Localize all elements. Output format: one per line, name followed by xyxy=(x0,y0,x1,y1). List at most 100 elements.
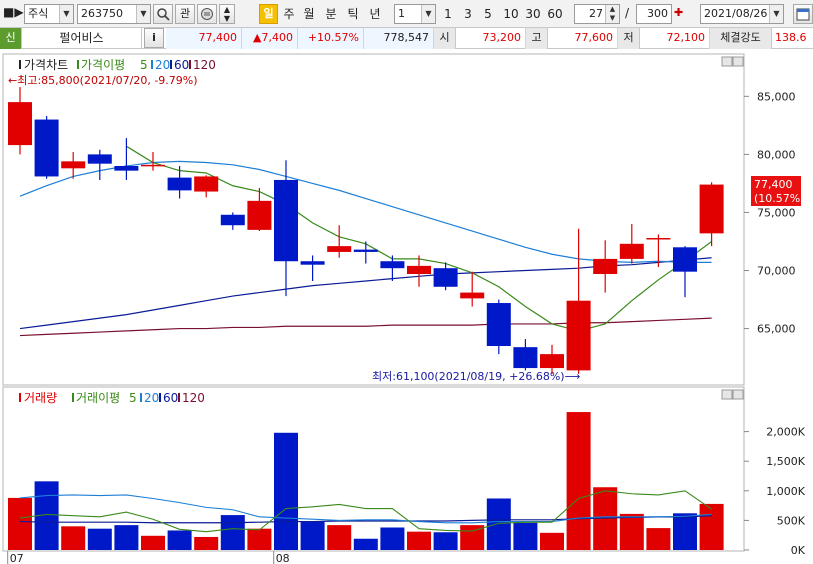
candle-up xyxy=(646,238,671,240)
chevron-down-icon[interactable]: ▼ xyxy=(136,5,150,23)
candle-down xyxy=(513,347,538,369)
chevron-down-icon[interactable]: ▼ xyxy=(59,5,73,23)
panel-maximize-button[interactable] xyxy=(721,56,733,67)
candle-down xyxy=(220,214,245,226)
quote-bar: 신 펄어비스 i 77,400 ▲7,400 +10.57% 778,547 시… xyxy=(0,28,813,49)
volume-bar xyxy=(167,530,192,550)
low-annotation: 최저:61,100(2021/08/19, +26.68%)⟶ xyxy=(372,370,581,383)
page-separator: / xyxy=(625,6,630,20)
candle-up xyxy=(593,258,618,274)
panel-close-button[interactable] xyxy=(732,56,744,67)
quick-period-1[interactable]: 1 xyxy=(441,4,455,24)
period-day-button[interactable]: 일 xyxy=(259,4,278,24)
period-minute-button[interactable]: 분 xyxy=(322,4,340,24)
page-total-value: 300 xyxy=(647,7,668,20)
strength-label: 체결강도 xyxy=(710,28,772,49)
legend-ma5: 5 xyxy=(140,58,148,72)
volume-bar xyxy=(114,525,139,550)
multiplier-select[interactable]: 1 ▼ xyxy=(394,4,436,24)
stock-stepper[interactable]: ▲ ▼ xyxy=(219,4,235,24)
price-tick-label: 85,000 xyxy=(757,90,796,103)
candle-up xyxy=(566,300,591,371)
candle-down xyxy=(87,154,112,164)
candle-up xyxy=(141,164,165,167)
candle-down xyxy=(274,179,298,262)
reset-icon[interactable]: ✚ xyxy=(674,6,683,19)
calendar-button[interactable] xyxy=(793,4,813,24)
page-stepper[interactable]: ▲ ▼ xyxy=(605,5,619,23)
change-rate: +10.57% xyxy=(298,28,364,49)
volume-tick-label: 1,500K xyxy=(766,455,805,468)
period-tick-button[interactable]: 틱 xyxy=(344,4,362,24)
price-tick-label: 70,000 xyxy=(757,265,796,278)
legend-price-ma: 가격이평 xyxy=(81,58,125,72)
stock-code-value: 263750 xyxy=(81,7,123,20)
price-tick-label: 65,000 xyxy=(757,323,796,336)
candle-down xyxy=(167,177,192,191)
volume-bar xyxy=(380,527,405,550)
legend-volume: 거래량 xyxy=(24,391,57,405)
date-tick-label: 07 xyxy=(10,552,24,564)
strength-value: 138.6 xyxy=(775,31,807,44)
stock-code-input[interactable]: 263750 ▼ xyxy=(77,4,151,24)
quick-period-60[interactable]: 60 xyxy=(545,4,565,24)
volume-maximize-button[interactable] xyxy=(721,389,733,400)
page-total-input[interactable]: 300 xyxy=(636,4,672,24)
candle-up xyxy=(8,102,32,146)
chevron-down-icon[interactable]: ▼ xyxy=(421,5,435,23)
price-change: ▲7,400 xyxy=(242,28,298,49)
chart-area[interactable]: 가격차트 가격이평 5 20 60 120 거래량 거래이평 5 20 60 1… xyxy=(0,50,813,564)
stock-name: 펄어비스 xyxy=(22,28,142,49)
legend-vma120: 120 xyxy=(182,391,205,405)
toolbar: ■▶ 주식 ▼ 263750 ▼ 관 ▲ ▼ 일 주 월 분 틱 년 1 ▼ 1 … xyxy=(0,0,813,28)
quick-period-10[interactable]: 10 xyxy=(501,4,521,24)
volume-bar xyxy=(673,513,697,550)
search-button[interactable] xyxy=(153,4,173,24)
candle-down xyxy=(353,249,378,252)
candle-down xyxy=(486,303,511,346)
current-price-tag: 77,400 xyxy=(754,178,793,191)
high-label: 고 xyxy=(526,28,548,49)
calendar-icon[interactable]: ▼ xyxy=(769,5,783,23)
volume-bar xyxy=(566,412,591,550)
volume-bar xyxy=(274,432,298,550)
period-month-button[interactable]: 월 xyxy=(300,4,318,24)
price-tick-label: 80,000 xyxy=(757,148,796,161)
legend-vma5: 5 xyxy=(129,391,137,405)
date-input[interactable]: 2021/08/26 ▼ xyxy=(700,4,784,24)
quick-period-5[interactable]: 5 xyxy=(481,4,495,24)
market-select-value: 주식 xyxy=(28,7,49,20)
legend-vma20: 20 xyxy=(144,391,159,405)
legend-volume-ma: 거래이평 xyxy=(76,391,120,405)
period-year-button[interactable]: 년 xyxy=(366,4,384,24)
candle-up xyxy=(699,184,724,234)
menu-arrow-icon[interactable]: ■▶ xyxy=(3,5,24,19)
market-select[interactable]: 주식 ▼ xyxy=(24,4,74,24)
candle-up xyxy=(460,292,485,299)
volume-tick-label: 0K xyxy=(791,544,806,557)
price-legend: 가격차트 가격이평 5 20 60 120 xyxy=(19,58,216,72)
date-value: 2021/08/26 xyxy=(704,7,768,20)
current-change-tag: (10.57%) xyxy=(754,192,805,205)
high-price: 77,600 xyxy=(548,28,618,49)
volume-close-button[interactable] xyxy=(732,389,744,400)
volume-bar xyxy=(300,520,325,550)
candle-down xyxy=(34,119,59,177)
calendar-grid-icon xyxy=(796,8,810,21)
quick-period-3[interactable]: 3 xyxy=(461,4,475,24)
candle-up xyxy=(61,161,86,169)
period-week-button[interactable]: 주 xyxy=(280,4,298,24)
volume-bar xyxy=(540,532,564,550)
stock-info-button[interactable]: i xyxy=(144,28,164,48)
prev-stock-button[interactable] xyxy=(197,4,217,24)
interest-button[interactable]: 관 xyxy=(175,4,195,24)
volume-bar xyxy=(141,535,165,550)
high-annotation: ←최고:85,800(2021/07/20, -9.79%) xyxy=(8,74,198,87)
quick-period-30[interactable]: 30 xyxy=(523,4,543,24)
candle-up xyxy=(540,354,564,369)
page-current-input[interactable]: 27 ▲ ▼ xyxy=(574,4,620,24)
volume-bar xyxy=(87,528,112,550)
candle-up xyxy=(194,176,219,192)
multiplier-value: 1 xyxy=(398,7,405,20)
volume-bar xyxy=(194,536,219,550)
